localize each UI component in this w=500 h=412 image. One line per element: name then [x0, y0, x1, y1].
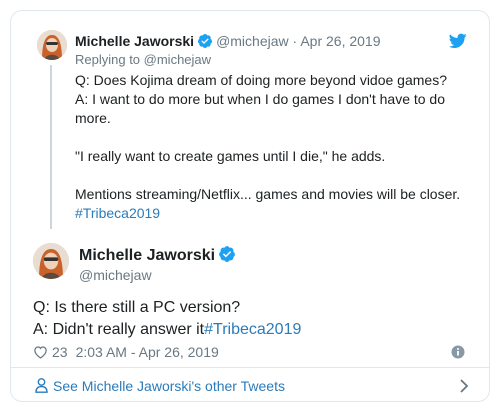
parent-tweet[interactable]: Michelle Jaworski @michejaw · Apr 26, 201… [11, 11, 489, 233]
see-other-tweets-label[interactable]: See Michelle Jaworski's other Tweets [53, 377, 285, 395]
info-icon[interactable] [451, 345, 465, 359]
like-count[interactable]: 23 [52, 343, 68, 361]
see-other-tweets-link[interactable]: See Michelle Jaworski's other Tweets [11, 367, 489, 401]
twitter-bird-icon[interactable] [449, 33, 467, 49]
avatar[interactable] [33, 243, 69, 279]
author-handle[interactable]: @michejaw [79, 266, 152, 284]
main-tweet[interactable]: Michelle Jaworski @michejaw Q: Is there … [11, 233, 489, 365]
person-icon [35, 378, 48, 393]
author-name[interactable]: Michelle Jaworski [79, 247, 215, 264]
chevron-right-icon[interactable] [459, 379, 469, 393]
thread-line [50, 65, 52, 229]
heart-icon[interactable] [33, 345, 48, 359]
replying-to[interactable]: Replying to @michejaw [75, 51, 211, 68]
verified-badge-icon [218, 245, 236, 269]
main-tweet-text: Q: Is there still a PC version? A: Didn'… [33, 297, 473, 341]
author-name[interactable]: Michelle Jaworski [75, 33, 194, 49]
tweet-line: Q: Is there still a PC version? [33, 299, 241, 316]
tweet-line: A: I want to do more but when I do games… [75, 91, 446, 107]
hashtag-link[interactable]: #Tribeca2019 [75, 204, 475, 223]
separator: · [292, 33, 298, 49]
parent-header: Michelle Jaworski @michejaw · Apr 26, 201… [75, 32, 381, 53]
author-handle[interactable]: @michejaw [216, 33, 289, 49]
verified-badge-icon [197, 33, 213, 53]
avatar[interactable] [37, 30, 67, 60]
embedded-tweet-card: Michelle Jaworski @michejaw · Apr 26, 201… [10, 10, 490, 402]
tweet-line: more. [75, 110, 111, 126]
tweet-timestamp[interactable]: 2:03 AM - Apr 26, 2019 [76, 343, 219, 361]
tweet-line-text: A: Didn't really answer it [33, 321, 205, 338]
tweet-line: "I really want to create games until I d… [75, 148, 386, 164]
tweet-line: A: Didn't really answer it#Tribeca2019 [33, 319, 473, 341]
hashtag-link[interactable]: #Tribeca2019 [204, 321, 301, 338]
tweet-meta: 23 2:03 AM - Apr 26, 2019 [33, 343, 219, 361]
tweet-line: Mentions streaming/Netflix... games and … [75, 186, 461, 202]
tweet-line: Q: Does Kojima dream of doing more beyon… [75, 72, 447, 88]
parent-tweet-text: Q: Does Kojima dream of doing more beyon… [75, 71, 475, 223]
tweet-date[interactable]: Apr 26, 2019 [300, 33, 380, 49]
